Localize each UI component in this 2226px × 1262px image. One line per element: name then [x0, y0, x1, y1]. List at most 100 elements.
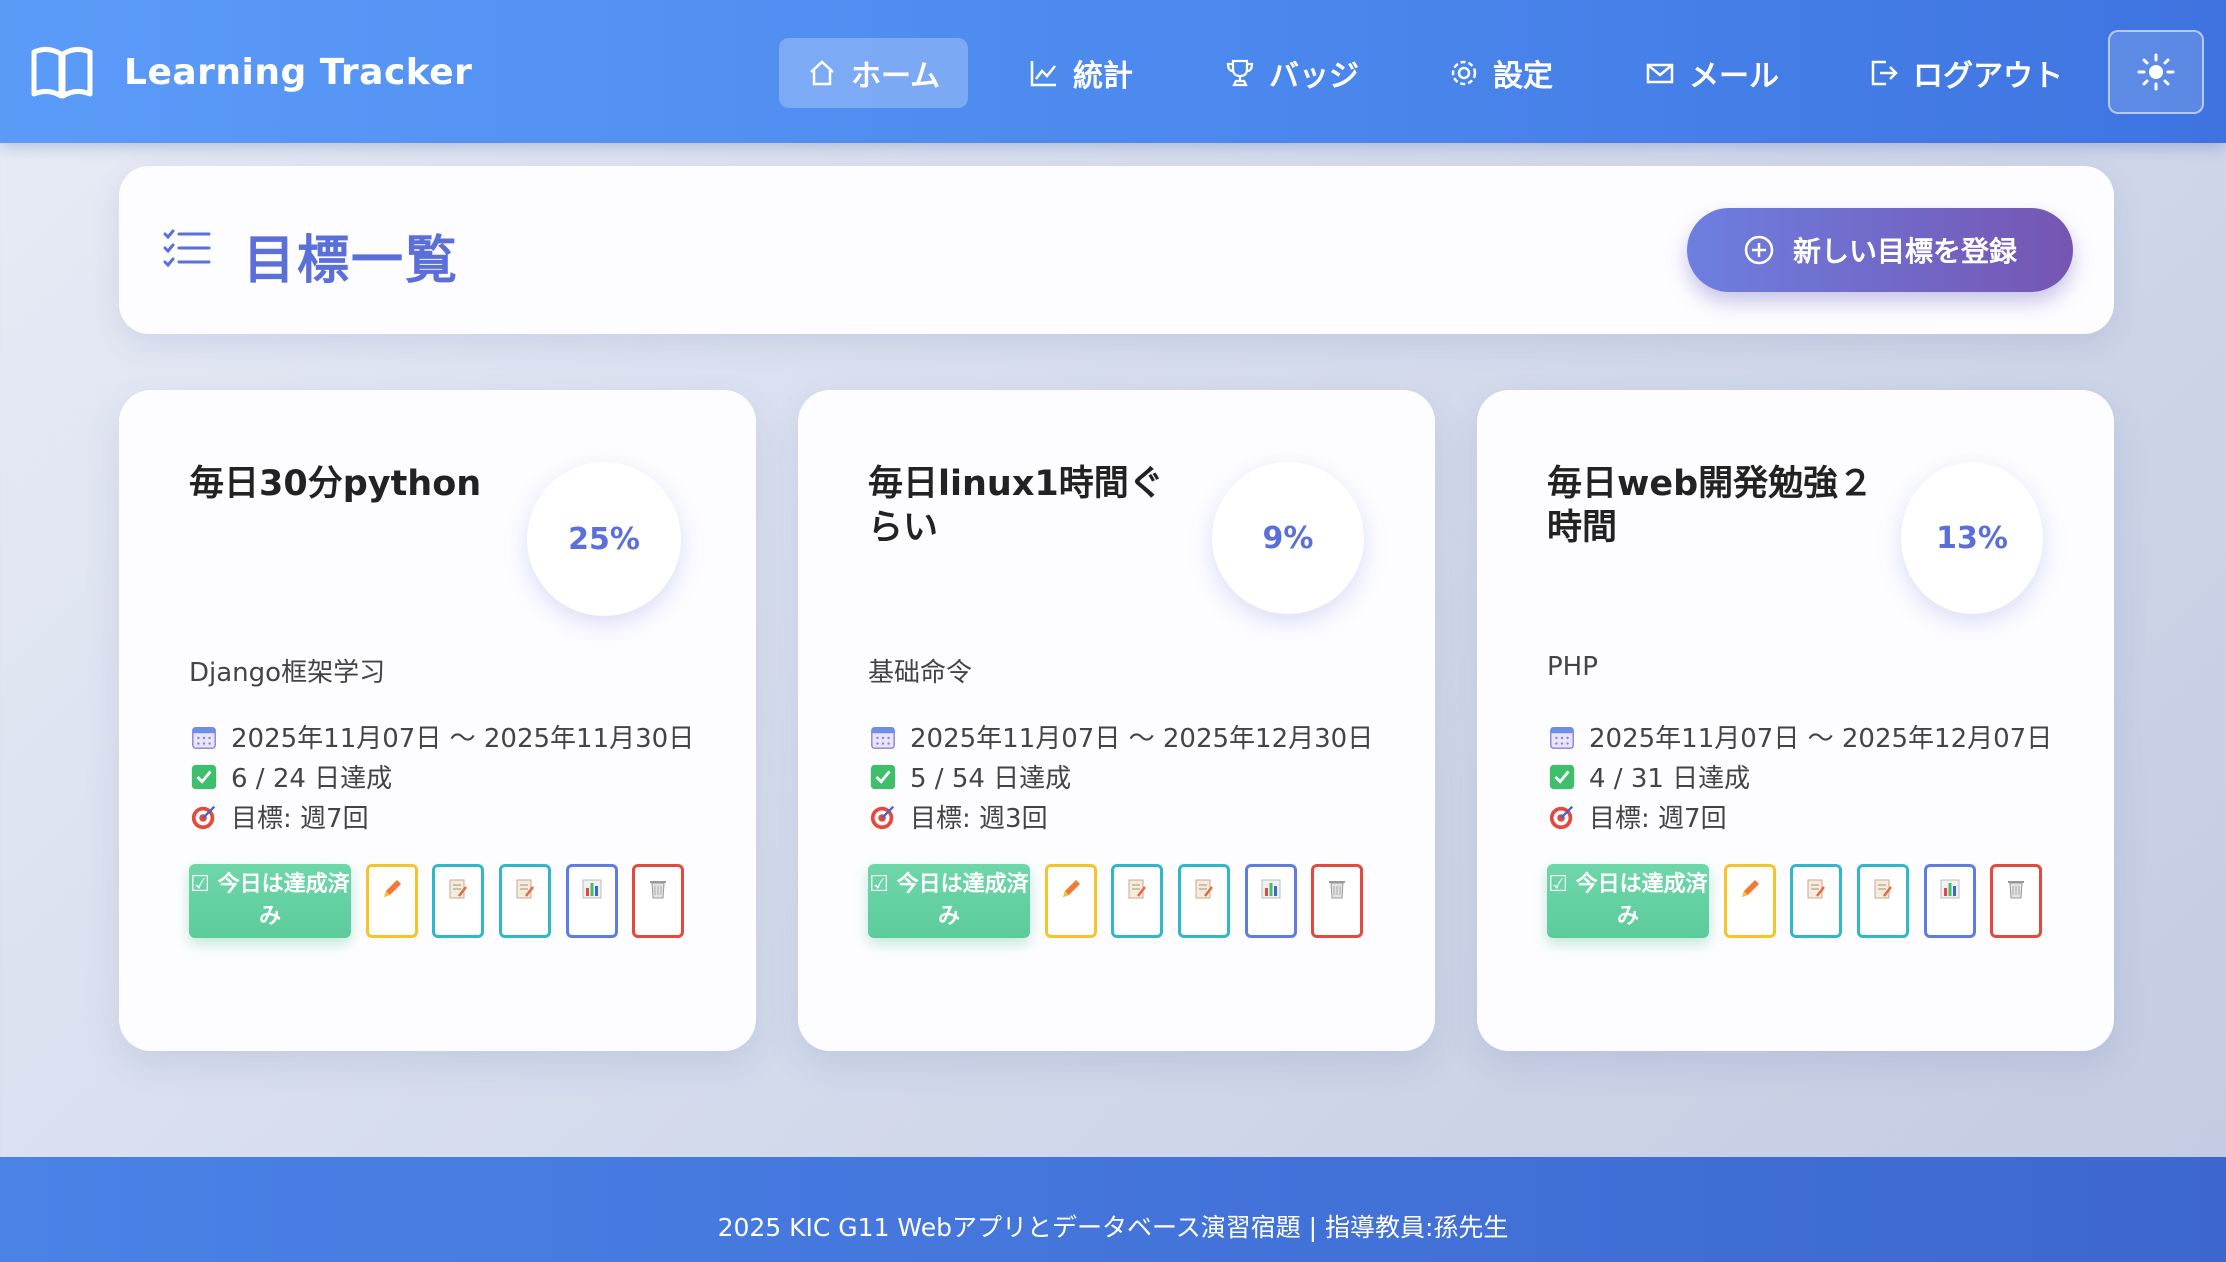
bar-chart-icon: [1940, 879, 1960, 899]
goal-target-text: 目標: 週7回: [1589, 804, 1727, 834]
calendar-icon: [868, 722, 898, 752]
nav-mail-label: メール: [1689, 59, 1779, 94]
plus-circle-icon: [1744, 235, 1774, 265]
progress-circle: 25%: [527, 462, 681, 616]
goal-progress: 5 / 54 日達成: [868, 758, 1071, 795]
target-icon: [189, 802, 219, 832]
calendar-icon: [189, 722, 219, 752]
target-icon: [1547, 802, 1577, 832]
edit-button[interactable]: [366, 864, 418, 938]
target-icon: [868, 802, 898, 832]
nav-badges-label: バッジ: [1269, 59, 1359, 94]
nav-logout[interactable]: ログアウト: [1841, 38, 2091, 108]
goal-card: 毎日web開発勉強２時間 13% PHP 2025年11月07日 〜 2025年…: [1477, 390, 2114, 1051]
delete-button[interactable]: [632, 864, 684, 938]
goals-header-panel: 目標一覧 新しい目標を登録: [119, 166, 2114, 334]
goal-description: PHP: [1547, 652, 1598, 682]
pencil-icon: [1063, 880, 1080, 897]
done-today-button[interactable]: ☑ 今日は達成済み: [1547, 864, 1709, 938]
goal-card: 毎日linux1時間ぐらい 9% 基础命令 2025年11月07日 〜 2025…: [798, 390, 1435, 1051]
goal-title: 毎日linux1時間ぐらい: [868, 464, 1164, 548]
brand-name: Learning Tracker: [124, 51, 473, 93]
done-today-button[interactable]: ☑ 今日は達成済み: [189, 864, 351, 938]
check-box-icon: [868, 762, 898, 792]
stats-button[interactable]: [1924, 864, 1976, 938]
progress-circle: 9%: [1212, 462, 1364, 614]
notes-button[interactable]: [499, 864, 551, 938]
home-icon: [810, 60, 834, 86]
goal-period: 2025年11月07日 〜 2025年11月30日: [189, 718, 694, 755]
pencil-icon: [384, 880, 401, 897]
add-goal-button[interactable]: 新しい目標を登録: [1687, 208, 2073, 292]
nav-mail[interactable]: メール: [1617, 38, 1807, 108]
goal-progress-text: 6 / 24 日達成: [231, 764, 393, 794]
goal-target: 目標: 週3回: [868, 798, 1048, 835]
progress-circle: 13%: [1901, 462, 2043, 614]
nav-home-label: ホーム: [851, 59, 941, 94]
add-goal-label: 新しい目標を登録: [1792, 235, 2017, 268]
goal-period-text: 2025年11月07日 〜 2025年12月30日: [910, 724, 1374, 754]
edit-button[interactable]: [1724, 864, 1776, 938]
record-button[interactable]: [432, 864, 484, 938]
brand[interactable]: Learning Tracker: [30, 40, 472, 104]
edit-button[interactable]: [1045, 864, 1097, 938]
stats-button[interactable]: [1245, 864, 1297, 938]
goal-target-text: 目標: 週7回: [231, 804, 369, 834]
delete-button[interactable]: [1311, 864, 1363, 938]
trash-icon: [1329, 881, 1345, 899]
gear-icon: [1451, 60, 1477, 86]
record-button[interactable]: [1790, 864, 1842, 938]
page-title: 目標一覧: [243, 231, 460, 291]
theme-toggle-button[interactable]: [2108, 30, 2204, 114]
goal-progress: 4 / 31 日達成: [1547, 758, 1750, 795]
chart-line-icon: [1030, 61, 1056, 87]
nav-logout-label: ログアウト: [1913, 59, 2063, 94]
goal-description: 基础命令: [868, 658, 973, 688]
logout-icon: [1871, 60, 1898, 86]
navbar: Learning Tracker ホーム 統計 バッジ 設定 メール ログアウト: [0, 0, 2226, 143]
goal-period-text: 2025年11月07日 〜 2025年11月30日: [231, 724, 695, 754]
nav-badges[interactable]: バッジ: [1197, 38, 1387, 108]
goal-title: 毎日30分python: [189, 464, 482, 504]
goal-target: 目標: 週7回: [1547, 798, 1727, 835]
nav-home[interactable]: ホーム: [779, 38, 969, 108]
goal-card: 毎日30分python 25% Django框架学习 2025年11月07日 〜…: [119, 390, 756, 1051]
memo-icon: [516, 879, 534, 899]
nav-stats[interactable]: 統計: [1001, 38, 1161, 108]
memo-icon: [1128, 879, 1146, 899]
check-box-icon: [189, 762, 219, 792]
check-box-icon: [1547, 762, 1577, 792]
sun-icon: [2137, 53, 2175, 91]
memo-icon: [1807, 879, 1825, 899]
goal-progress: 6 / 24 日達成: [189, 758, 392, 795]
envelope-icon: [1646, 63, 1674, 84]
calendar-icon: [1547, 722, 1577, 752]
record-button[interactable]: [1111, 864, 1163, 938]
checklist-icon: [163, 229, 211, 268]
book-icon: [31, 46, 93, 99]
footer: 2025 KIC G11 Webアプリとデータベース演習宿題 | 指導教員:孫先…: [0, 1157, 2226, 1262]
memo-icon: [1195, 879, 1213, 899]
notes-button[interactable]: [1857, 864, 1909, 938]
goal-period-text: 2025年11月07日 〜 2025年12月07日: [1589, 724, 2053, 754]
nav-stats-label: 統計: [1073, 59, 1133, 94]
trophy-icon: [1226, 59, 1254, 87]
notes-button[interactable]: [1178, 864, 1230, 938]
goal-period: 2025年11月07日 〜 2025年12月07日: [1547, 718, 2052, 755]
goal-progress-text: 5 / 54 日達成: [910, 764, 1072, 794]
nav-settings-label: 設定: [1493, 59, 1553, 94]
stats-button[interactable]: [566, 864, 618, 938]
goal-target: 目標: 週7回: [189, 798, 369, 835]
goal-description: Django框架学习: [189, 658, 386, 688]
memo-icon: [449, 879, 467, 899]
bar-chart-icon: [582, 879, 602, 899]
nav-settings[interactable]: 設定: [1421, 38, 1581, 108]
goal-progress-text: 4 / 31 日達成: [1589, 764, 1751, 794]
done-today-button[interactable]: ☑ 今日は達成済み: [868, 864, 1030, 938]
goal-title: 毎日web開発勉強２時間: [1547, 464, 1874, 548]
delete-button[interactable]: [1990, 864, 2042, 938]
pencil-icon: [1742, 880, 1759, 897]
bar-chart-icon: [1261, 879, 1281, 899]
trash-icon: [2008, 881, 2024, 899]
footer-text: 2025 KIC G11 Webアプリとデータベース演習宿題 | 指導教員:孫先…: [717, 1213, 1509, 1242]
